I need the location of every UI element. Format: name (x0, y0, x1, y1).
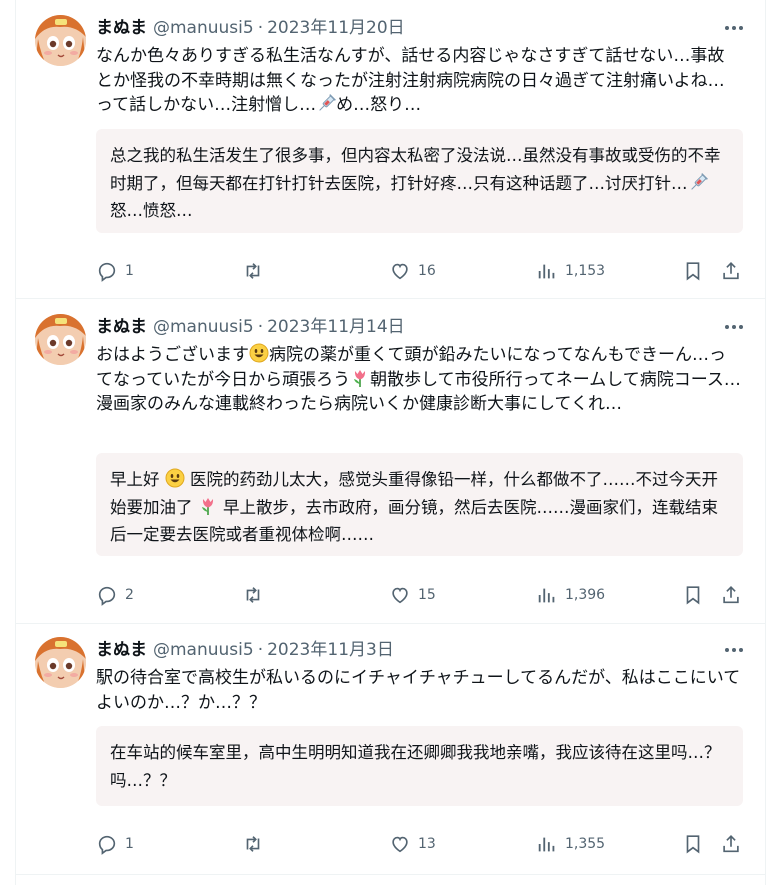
bookmark-button[interactable] (682, 259, 704, 283)
tweet-text-part: 駅の待合室で高校生が私いるのにイチャイチャチューしてるんだが、私はここにいてよい… (96, 668, 741, 713)
translation-text: 怒…愤怒… (110, 201, 193, 220)
views-icon (538, 264, 555, 279)
separator: · (257, 640, 264, 660)
more-icon[interactable] (721, 18, 747, 38)
like-icon (392, 263, 408, 280)
bookmark-button[interactable] (682, 832, 704, 856)
view-count: 1,153 (565, 263, 606, 279)
avatar[interactable] (35, 314, 86, 365)
share-button[interactable] (720, 832, 742, 856)
avatar[interactable] (35, 15, 86, 66)
tweet-text: なんか色々ありすぎる私生活なんすが、話せる内容じゃなさすぎて話せない…事故とか怪… (96, 44, 741, 118)
tweet[interactable]: まぬま @manuusi5 · 2023年11月3日 駅の待合室で高校生が私いる… (16, 624, 765, 875)
view-count: 1,355 (565, 836, 606, 852)
user-handle[interactable]: @manuusi5 (153, 316, 254, 338)
translation-box: 在车站的候车室里，高中生明明知道我在还卿卿我我地亲嘴，我应该待在这里吗…？ 吗…… (96, 726, 743, 806)
views-button[interactable]: 1,153 (536, 259, 605, 283)
user-handle[interactable]: @manuusi5 (153, 639, 254, 661)
syringe-icon (690, 172, 708, 190)
tweet-header: まぬま @manuusi5 · 2023年11月20日 (96, 17, 405, 39)
translation-box: 早上好 医院的药劲儿太大，感觉头重得像铅一样，什么都做不了……不过今天开始要加油… (96, 453, 743, 556)
like-icon (392, 836, 408, 853)
tweet[interactable]: まぬま @manuusi5 · 2023年11月14日 おはようございます 病院の… (16, 299, 765, 624)
like-count: 13 (418, 836, 436, 852)
user-handle[interactable]: @manuusi5 (153, 17, 254, 39)
tweet-text-part: め…怒り… (336, 95, 422, 115)
like-count: 16 (418, 263, 436, 279)
tweet-text: おはようございます 病院の薬が重くて頭が鉛みたいになってなんもできーん…ってなって… (96, 343, 741, 417)
like-button[interactable]: 13 (389, 832, 436, 856)
share-icon (723, 835, 739, 853)
bookmark-icon (686, 262, 700, 281)
separator: · (257, 18, 264, 38)
tweet-header: まぬま @manuusi5 · 2023年11月14日 (96, 316, 405, 338)
tweet-text-part: おはようございます (96, 345, 249, 365)
tweet-header: まぬま @manuusi5 · 2023年11月3日 (96, 639, 394, 661)
tulip-emoji (354, 369, 366, 387)
retweet-button[interactable] (242, 832, 264, 856)
translation-text: 在车站的候车室里，高中生明明知道我在还卿卿我我地亲嘴，我应该待在这里吗…？ 吗…… (110, 743, 721, 790)
more-icon[interactable] (721, 640, 747, 660)
reply-icon (98, 262, 116, 282)
reply-icon (98, 586, 116, 606)
like-button[interactable]: 16 (389, 259, 436, 283)
reply-count: 2 (125, 587, 134, 603)
tweet-date[interactable]: 2023年11月20日 (267, 17, 405, 39)
like-icon (392, 587, 408, 604)
tulip-emoji (201, 497, 213, 515)
retweet-button[interactable] (242, 583, 264, 607)
view-count: 1,396 (565, 587, 606, 603)
avatar[interactable] (35, 637, 86, 688)
bookmark-button[interactable] (682, 583, 704, 607)
views-icon (538, 588, 555, 603)
like-count: 15 (418, 587, 436, 603)
share-button[interactable] (720, 259, 742, 283)
display-name[interactable]: まぬま (96, 17, 147, 39)
tweet-date[interactable]: 2023年11月14日 (267, 316, 405, 338)
reply-count: 1 (125, 263, 134, 279)
tweet-date[interactable]: 2023年11月3日 (267, 639, 394, 661)
translation-text: 总之我的私生活发生了很多事，但内容太私密了没法说…虽然没有事故或受伤的不幸时期了… (110, 146, 721, 193)
timeline-column: まぬま @manuusi5 · 2023年11月20日 なんか色々ありすぎる私生… (15, 0, 766, 885)
syringe-icon (319, 94, 337, 111)
retweet-icon (246, 836, 260, 852)
reply-count: 1 (125, 836, 134, 852)
views-icon (538, 837, 555, 852)
bookmark-icon (686, 586, 700, 605)
views-button[interactable]: 1,396 (536, 583, 605, 607)
reply-icon (98, 835, 116, 855)
action-bar: 1 16 1,153 (96, 259, 756, 283)
reply-button[interactable]: 1 (96, 832, 134, 856)
tweet[interactable]: まぬま @manuusi5 · 2023年11月20日 なんか色々ありすぎる私生… (16, 0, 765, 299)
reply-button[interactable]: 2 (96, 583, 134, 607)
views-button[interactable]: 1,355 (536, 832, 605, 856)
share-icon (723, 262, 739, 280)
bookmark-icon (686, 835, 700, 854)
retweet-icon (246, 263, 260, 279)
retweet-button[interactable] (242, 259, 264, 283)
smile-emoji (165, 468, 185, 488)
share-button[interactable] (720, 583, 742, 607)
separator: · (257, 317, 264, 337)
tweet-text: 駅の待合室で高校生が私いるのにイチャイチャチューしてるんだが、私はここにいてよい… (96, 666, 741, 715)
translation-text: 早上好 (110, 470, 165, 489)
like-button[interactable]: 15 (389, 583, 436, 607)
share-icon (723, 586, 739, 604)
display-name[interactable]: まぬま (96, 316, 147, 338)
action-bar: 2 15 1,396 (96, 583, 756, 607)
display-name[interactable]: まぬま (96, 639, 147, 661)
translation-box: 总之我的私生活发生了很多事，但内容太私密了没法说…虽然没有事故或受伤的不幸时期了… (96, 129, 743, 233)
retweet-icon (246, 587, 260, 603)
more-icon[interactable] (721, 317, 747, 337)
reply-button[interactable]: 1 (96, 259, 134, 283)
smile-emoji (249, 343, 269, 363)
action-bar: 1 13 1,355 (96, 832, 756, 856)
